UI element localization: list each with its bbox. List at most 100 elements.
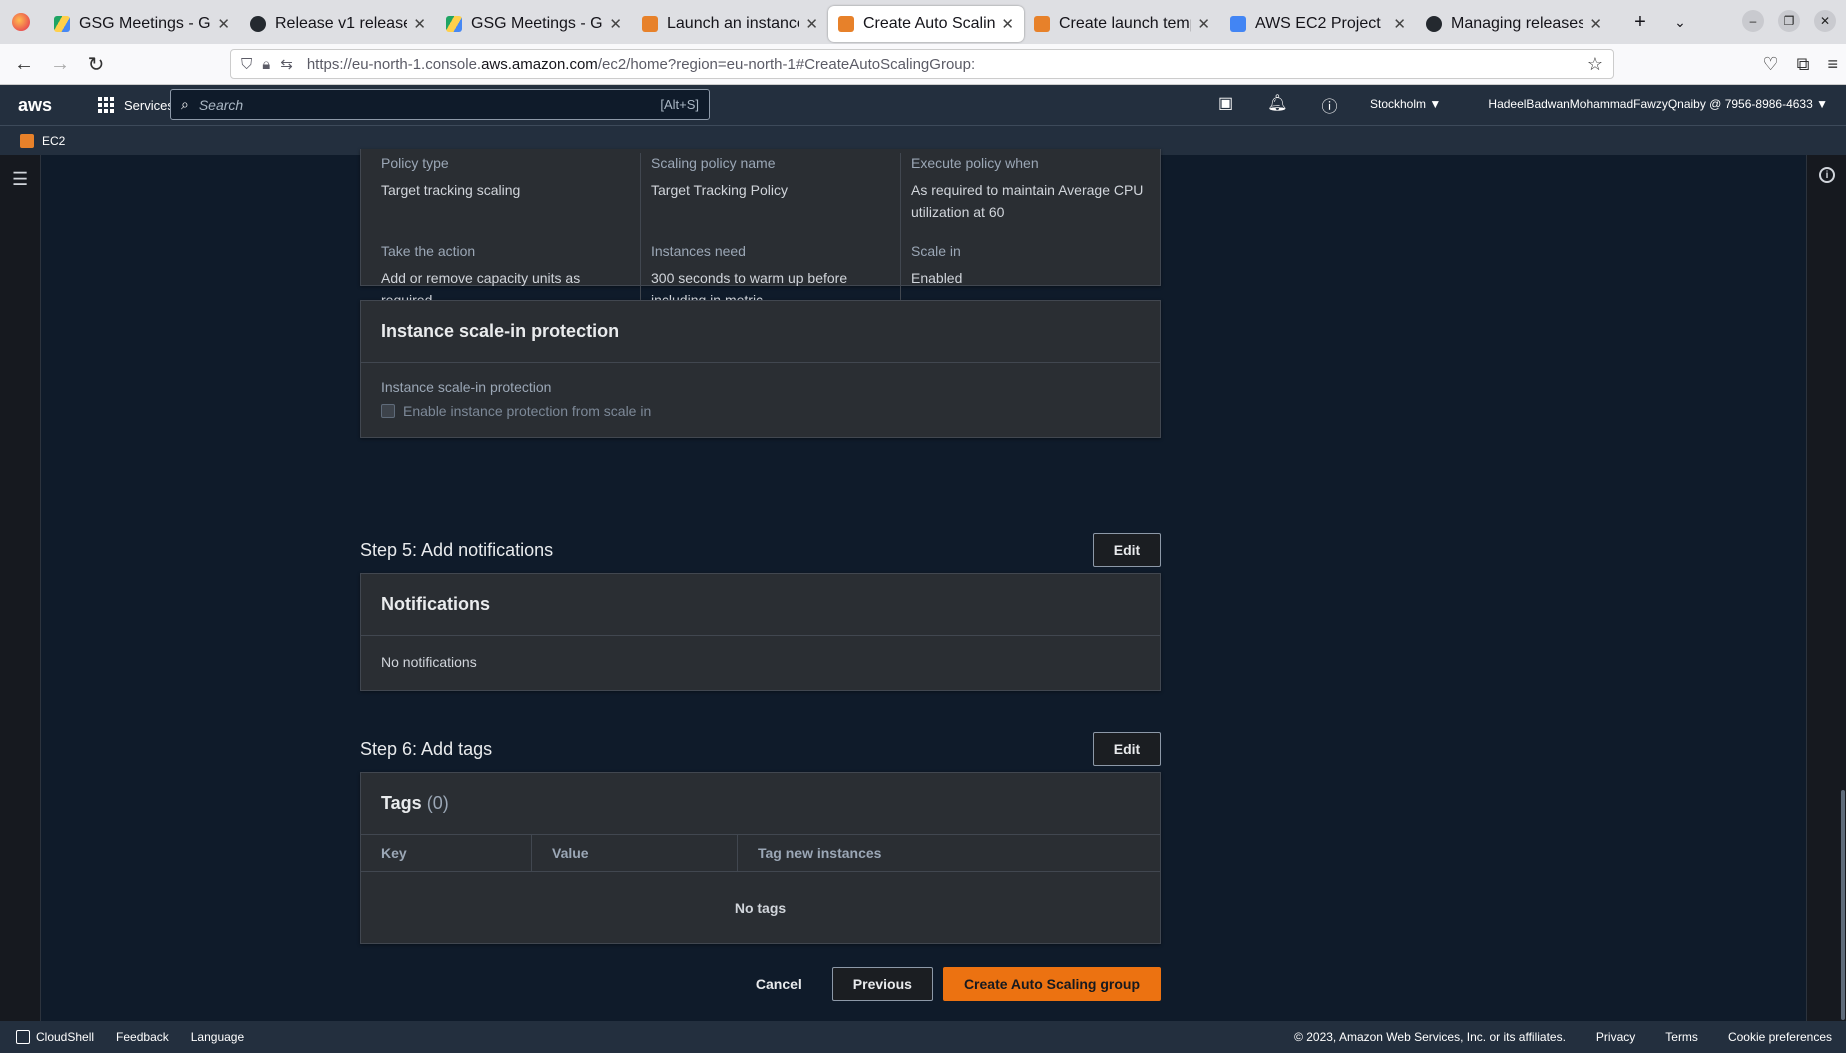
close-tab-icon[interactable]: ✕ <box>609 15 622 33</box>
policy-name-field: Scaling policy name Target Tracking Polic… <box>641 153 901 241</box>
previous-button[interactable]: Previous <box>831 967 933 1001</box>
tags-heading: Tags <box>381 793 422 813</box>
url-prefix: https://eu-north-1.console. <box>306 55 482 73</box>
close-tab-icon[interactable]: ✕ <box>1393 15 1406 33</box>
tab-title: GSG Meetings - Goog <box>79 15 211 32</box>
help-icon[interactable]: ⓘ <box>1321 93 1337 117</box>
browser-tab[interactable]: Managing releases in ✕ <box>1416 6 1612 42</box>
close-window-icon[interactable]: ✕ <box>1814 10 1836 32</box>
cloudshell-icon[interactable]: ▣ <box>1218 93 1233 117</box>
info-panel-icon[interactable]: i <box>1819 167 1835 183</box>
aws-icon <box>1034 16 1050 32</box>
region-selector[interactable]: Stockholm ▼ <box>1370 97 1441 111</box>
close-tab-icon[interactable]: ✕ <box>805 15 818 33</box>
edit-tags-button[interactable]: Edit <box>1093 732 1161 766</box>
cloudshell-label: CloudShell <box>36 1029 95 1044</box>
main-content: Policy type Target tracking scaling Scali… <box>41 149 1806 1021</box>
menu-icon[interactable]: ≡ <box>1827 54 1838 75</box>
tab-title: GSG Meetings - Goog <box>471 15 603 32</box>
github-icon <box>1426 16 1442 32</box>
panel-heading: Tags (0) <box>361 773 1160 835</box>
close-tab-icon[interactable]: ✕ <box>1197 15 1210 33</box>
browser-tab[interactable]: Launch an instance | ✕ <box>632 6 828 42</box>
services-grid-icon[interactable] <box>98 97 114 113</box>
feedback-link[interactable]: Feedback <box>116 1030 169 1044</box>
close-tab-icon[interactable]: ✕ <box>217 15 230 33</box>
scale-in-protection-checkbox[interactable]: Enable instance protection from scale in <box>381 403 1140 419</box>
extensions-icon[interactable]: ⧉ <box>1797 54 1810 75</box>
field-label: Instances need <box>651 243 746 259</box>
left-side-rail: ☰ <box>0 155 41 1021</box>
cloudshell-link[interactable]: CloudShell <box>16 1030 94 1045</box>
scale-in-protection-panel: Instance scale-in protection Instance sc… <box>360 300 1161 438</box>
field-label: Scale in <box>911 243 961 259</box>
browser-tab[interactable]: GSG Meetings - Goog ✕ <box>44 6 240 42</box>
browser-tab-active[interactable]: Create Auto Scaling g ✕ <box>828 6 1024 42</box>
forward-icon[interactable]: → <box>42 53 78 76</box>
permissions-icon: ⇆ <box>280 56 293 73</box>
field-label: Instance scale-in protection <box>381 379 552 395</box>
right-side-rail: i <box>1806 155 1846 1021</box>
reload-icon[interactable]: ↻ <box>78 52 114 77</box>
browser-tab-bar: GSG Meetings - Goog ✕ Release v1 release … <box>0 0 1846 44</box>
field-value: Enabled <box>911 270 963 286</box>
hamburger-menu-icon[interactable]: ☰ <box>12 169 28 190</box>
browser-tab[interactable]: Release v1 release · ✕ <box>240 6 436 42</box>
tab-list-chevron-icon[interactable]: ⌄ <box>1660 14 1700 31</box>
execute-policy-field: Execute policy when As required to mainta… <box>901 153 1161 241</box>
language-link[interactable]: Language <box>191 1030 244 1044</box>
ec2-link[interactable]: EC2 <box>42 134 65 148</box>
checkbox-box[interactable] <box>381 404 395 418</box>
notifications-bell-icon[interactable]: 🔔︎ <box>1267 93 1287 117</box>
services-menu[interactable]: Services <box>124 98 174 113</box>
tags-count: (0) <box>426 793 449 813</box>
close-tab-icon[interactable]: ✕ <box>1001 15 1014 33</box>
step5-title: Step 5: Add notifications <box>360 539 554 560</box>
browser-nav-bar: ← → ↻ ⛉ 🔒︎ ⇆ https://eu-north-1.console.… <box>0 44 1846 85</box>
field-label: Take the action <box>381 243 476 259</box>
url-text: https://eu-north-1.console.aws.amazon.co… <box>307 56 975 73</box>
tab-title: Create Auto Scaling g <box>863 15 996 32</box>
panel-heading: Instance scale-in protection <box>361 301 1160 363</box>
aws-icon <box>642 16 658 32</box>
wizard-actions: Cancel Previous Create Auto Scaling grou… <box>360 967 1161 1001</box>
field-value: Target Tracking Policy <box>651 182 788 198</box>
aws-logo[interactable]: aws <box>18 95 68 116</box>
scaling-policy-panel: Policy type Target tracking scaling Scali… <box>360 149 1161 329</box>
terms-link[interactable]: Terms <box>1665 1030 1698 1044</box>
privacy-link[interactable]: Privacy <box>1596 1030 1635 1044</box>
cancel-button[interactable]: Cancel <box>736 976 822 992</box>
restore-icon[interactable]: ❐ <box>1778 10 1800 32</box>
edit-notifications-button[interactable]: Edit <box>1093 533 1161 567</box>
close-tab-icon[interactable]: ✕ <box>1589 15 1602 33</box>
search-input[interactable]: ⌕ Search [Alt+S] <box>170 89 710 120</box>
close-tab-icon[interactable]: ✕ <box>413 15 426 33</box>
back-icon[interactable]: ← <box>6 53 42 76</box>
console-footer: CloudShell Feedback Language © 2023, Ama… <box>0 1021 1846 1053</box>
account-menu[interactable]: HadeelBadwanMohammadFawzyQnaiby @ 7956-8… <box>1488 97 1828 111</box>
empty-tags: No tags <box>734 900 787 916</box>
browser-tab[interactable]: GSG Meetings - Goog ✕ <box>436 6 632 42</box>
column-header-tag-new-instances: Tag new instances <box>737 835 1160 871</box>
scrollbar-thumb[interactable] <box>1841 790 1845 1020</box>
step5-header: Step 5: Add notifications Edit <box>360 531 1161 569</box>
policy-type-field: Policy type Target tracking scaling <box>381 153 641 241</box>
firefox-icon[interactable] <box>12 13 30 31</box>
field-label: Execute policy when <box>911 155 1039 171</box>
aws-icon <box>838 16 854 32</box>
browser-tab[interactable]: AWS EC2 Project ✕ <box>1220 6 1416 42</box>
url-domain: aws.amazon.com <box>481 55 598 73</box>
lock-icon: 🔒︎ <box>262 55 271 73</box>
field-label: Scaling policy name <box>651 155 776 171</box>
new-tab-icon[interactable]: + <box>1620 11 1660 34</box>
drive-icon <box>54 16 70 32</box>
create-auto-scaling-group-button[interactable]: Create Auto Scaling group <box>942 967 1161 1001</box>
bookmark-star-icon[interactable]: ☆ <box>1587 54 1603 75</box>
tab-title: AWS EC2 Project <box>1255 15 1381 32</box>
cookie-preferences-link[interactable]: Cookie preferences <box>1728 1030 1832 1044</box>
browser-tab[interactable]: Create launch templa ✕ <box>1024 6 1220 42</box>
pocket-icon[interactable]: ♡ <box>1762 54 1778 75</box>
url-bar[interactable]: ⛉ 🔒︎ ⇆ https://eu-north-1.console.aws.am… <box>230 49 1614 79</box>
minimize-icon[interactable]: – <box>1742 10 1764 32</box>
drive-icon <box>446 16 462 32</box>
